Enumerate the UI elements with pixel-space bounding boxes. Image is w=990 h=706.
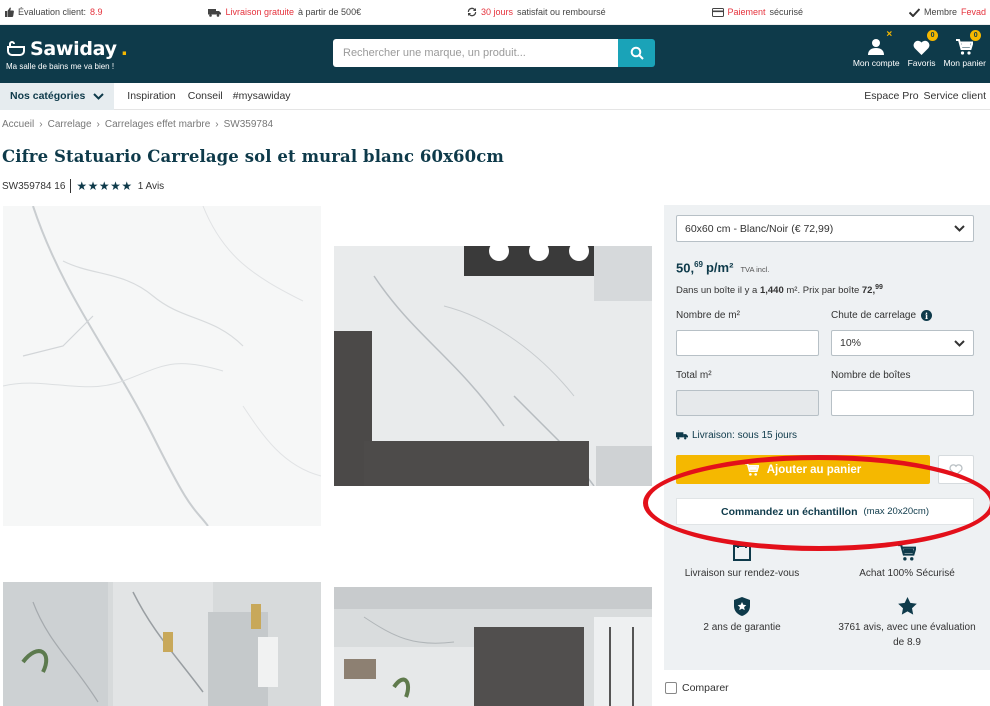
- trust-payment: Paiement sécurisé: [711, 7, 803, 17]
- search-input[interactable]: [333, 39, 618, 67]
- review-count-link[interactable]: 1 Avis: [138, 181, 165, 192]
- nav-link-mysawiday[interactable]: #mysawiday: [233, 90, 291, 102]
- divider: [70, 179, 72, 193]
- product-image-interior[interactable]: [334, 587, 652, 706]
- label-m2: Nombre de m²: [676, 310, 740, 321]
- favorites-link[interactable]: 0 Favoris: [908, 30, 939, 68]
- cart-link[interactable]: 0 Mon panier: [943, 30, 986, 68]
- breadcrumb: Accueil › Carrelage › Carrelages effet m…: [2, 119, 273, 130]
- chevron-down-icon: [954, 339, 965, 347]
- main-nav: Nos catégories Inspiration Conseil #mysa…: [0, 82, 990, 110]
- calendar-icon: [733, 543, 751, 561]
- favorites-count-badge: 0: [927, 30, 939, 41]
- feature-reviews: 3761 avis, avec une évaluation de 8.9: [832, 594, 982, 650]
- purchase-panel: 60x60 cm - Blanc/Noir (€ 72,99) 50,69 p/…: [664, 205, 990, 670]
- breadcrumb-carrelage[interactable]: Carrelage: [48, 119, 92, 130]
- trust-member: Membre Fevad: [908, 7, 986, 17]
- trust-bar: Évaluation client: 8.9 Livraison gratuit…: [0, 0, 990, 25]
- chevron-down-icon: [954, 225, 965, 232]
- waste-select[interactable]: 10%: [831, 330, 974, 356]
- breadcrumb-current: SW359784: [223, 119, 274, 130]
- feature-warranty: 2 ans de garantie: [667, 594, 817, 636]
- trust-delivery: Livraison gratuite à partir de 500€: [208, 7, 361, 17]
- cart-icon: [898, 543, 916, 561]
- categories-menu-button[interactable]: Nos catégories: [0, 82, 115, 110]
- box-info: Dans un boîte il y a 1,440 m². Prix par …: [676, 284, 883, 297]
- product-image-bathroom[interactable]: [3, 582, 321, 706]
- product-title: Cifre Statuario Carrelage sol et mural b…: [2, 147, 504, 166]
- heart-icon: [913, 40, 930, 55]
- truck-icon: [208, 8, 222, 17]
- chevron-right-icon: ›: [96, 119, 100, 130]
- total-m2-field: [676, 390, 819, 416]
- chevron-right-icon: ›: [39, 119, 43, 130]
- feature-delivery: Livraison sur rendez-vous: [667, 540, 817, 582]
- header-actions: × Mon compte 0 Favoris 0 Mon panier: [853, 29, 986, 68]
- rating-stars: ★★★★★: [76, 179, 133, 193]
- trust-return: 30 jours satisfait ou remboursé: [467, 7, 606, 17]
- label-total: Total m²: [676, 370, 712, 381]
- cart-icon: [956, 39, 974, 55]
- checkbox[interactable]: [665, 682, 677, 694]
- product-image-tile[interactable]: [3, 206, 321, 526]
- main-header: Sawiday. Ma salle de bains me va bien ! …: [0, 25, 990, 83]
- label-waste: Chute de carrelage i: [831, 310, 933, 321]
- heart-outline-icon: [949, 463, 963, 476]
- m2-input[interactable]: [676, 330, 819, 356]
- breadcrumb-home[interactable]: Accueil: [2, 119, 34, 130]
- nav-link-conseil[interactable]: Conseil: [188, 90, 223, 102]
- cart-icon: [744, 463, 759, 476]
- shield-star-icon: [734, 596, 750, 616]
- nav-link-service-client[interactable]: Service client: [924, 90, 986, 102]
- credit-card-icon: [711, 7, 724, 17]
- star-icon: [897, 597, 917, 615]
- product-sku: SW359784 16: [2, 180, 66, 192]
- checkmark-icon: [908, 7, 920, 17]
- product-meta: SW359784 16 ★★★★★ 1 Avis: [2, 179, 164, 193]
- price-per-m2: 50,69 p/m² TVA incl.: [676, 260, 770, 276]
- truck-icon: [676, 432, 688, 440]
- search-bar: [333, 39, 655, 67]
- trust-rating: Évaluation client: 8.9: [4, 7, 103, 17]
- user-icon: [868, 39, 885, 55]
- logged-out-icon: ×: [886, 29, 893, 40]
- add-to-favorites-button[interactable]: [938, 455, 974, 484]
- variant-select[interactable]: 60x60 cm - Blanc/Noir (€ 72,99): [676, 215, 974, 242]
- nav-link-inspiration[interactable]: Inspiration: [127, 90, 175, 102]
- thumbs-up-icon: [5, 7, 14, 17]
- compare-checkbox[interactable]: Comparer: [665, 682, 729, 694]
- brand-logo[interactable]: Sawiday. Ma salle de bains me va bien !: [6, 38, 128, 71]
- chevron-right-icon: ›: [215, 119, 219, 130]
- info-icon[interactable]: i: [921, 310, 933, 321]
- label-boxes: Nombre de boîtes: [831, 370, 911, 381]
- boxes-input[interactable]: [831, 390, 974, 416]
- product-image-room[interactable]: [334, 246, 652, 486]
- feature-secure: Achat 100% Sécurisé: [832, 540, 982, 582]
- breadcrumb-marbre[interactable]: Carrelages effet marbre: [105, 119, 210, 130]
- cart-count-badge: 0: [970, 30, 982, 41]
- nav-link-espace-pro[interactable]: Espace Pro: [864, 90, 918, 102]
- search-button[interactable]: [618, 39, 655, 67]
- account-link[interactable]: × Mon compte: [853, 29, 900, 68]
- bathtub-icon: [7, 40, 25, 56]
- chevron-down-icon: [93, 92, 104, 100]
- add-to-cart-button[interactable]: Ajouter au panier: [676, 455, 930, 484]
- delivery-info: Livraison: sous 15 jours: [676, 430, 797, 441]
- search-icon: [630, 46, 644, 60]
- refresh-icon: [467, 7, 477, 17]
- order-sample-button[interactable]: Commandez un échantillon (max 20x20cm): [676, 498, 974, 525]
